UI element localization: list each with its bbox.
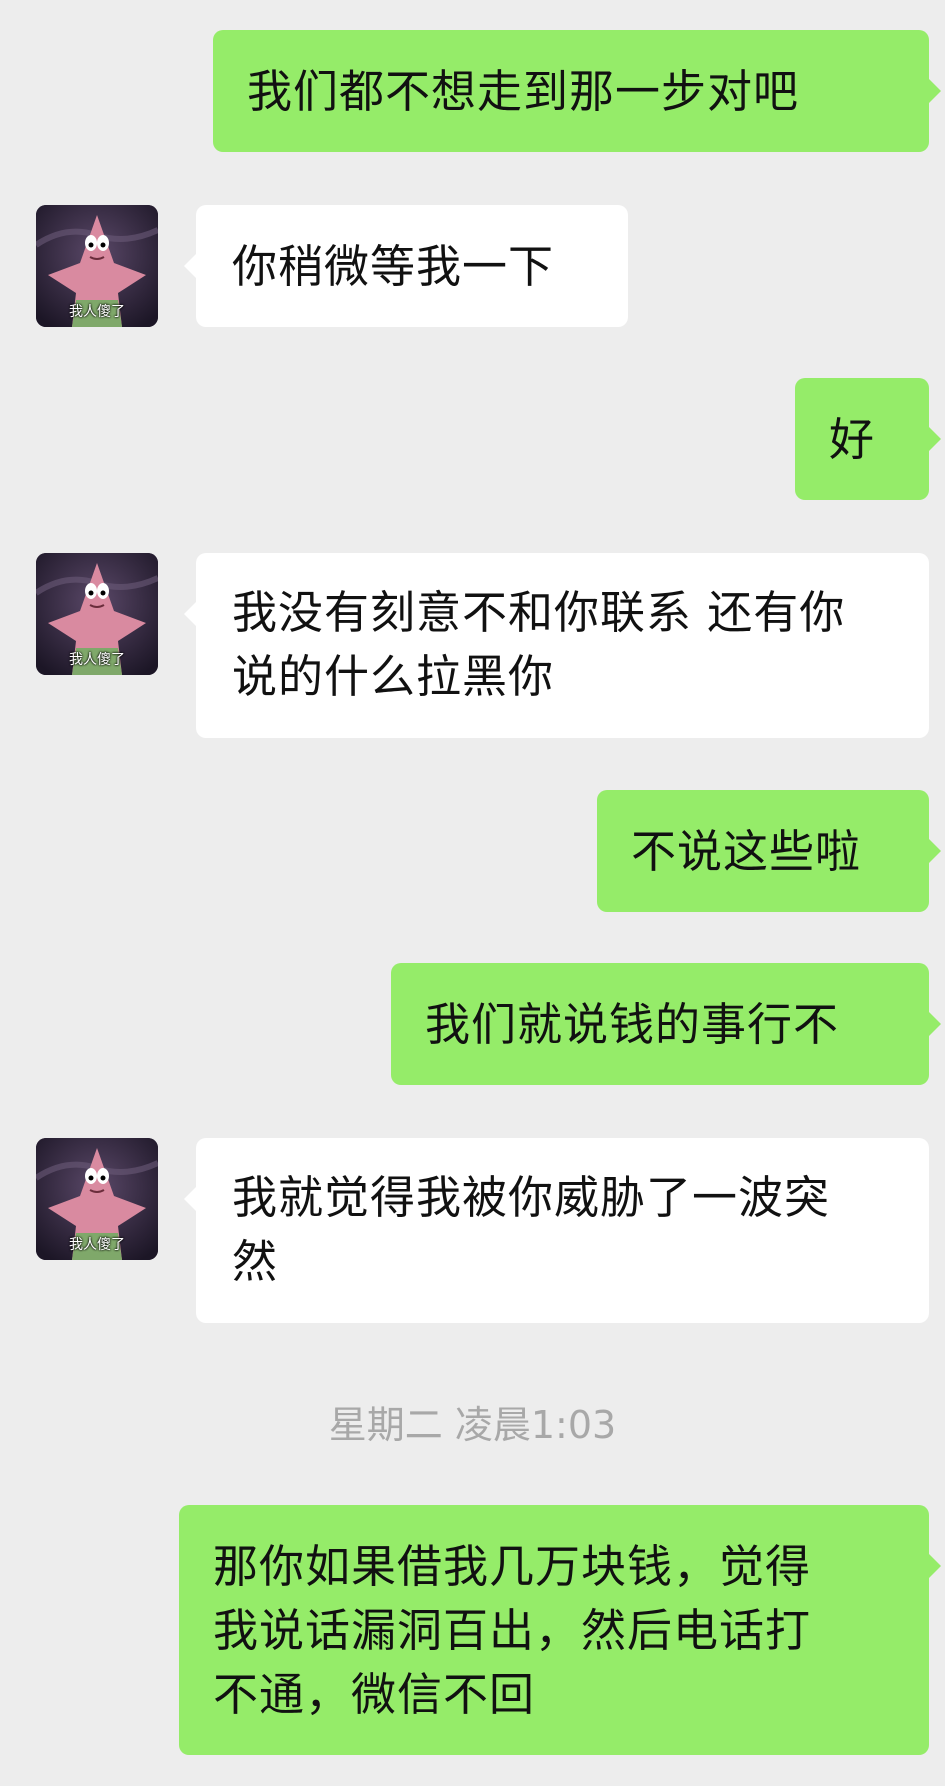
message-bubble-outgoing[interactable]: 好 [795,378,929,500]
message-text: 我们就说钱的事行不 [425,998,840,1051]
avatar-caption: 我人傻了 [69,1237,125,1253]
message-text-line: 然 [232,1235,279,1288]
chat-area: 我们都不想走到那一步对吧 我人傻了 你稍微等我一下 好 我人傻了 我没有刻意不和… [0,0,945,1786]
message-bubble-incoming[interactable]: 我没有刻意不和你联系 还有你 说的什么拉黑你 [196,553,929,738]
bubble-tail [184,601,197,627]
message-text-line: 我说话漏洞百出，然后电话打 [213,1604,812,1657]
message-text: 你稍微等我一下 [232,240,555,293]
message-text: 不说这些啦 [631,825,862,878]
message-bubble-outgoing[interactable]: 我们就说钱的事行不 [391,963,929,1085]
message-text-line: 说的什么拉黑你 [232,650,555,703]
contact-avatar[interactable]: 我人傻了 [36,553,158,675]
message-bubble-incoming[interactable]: 我就觉得我被你威胁了一波突 然 [196,1138,929,1323]
message-text-line: 我就觉得我被你威胁了一波突 [232,1171,831,1224]
contact-avatar[interactable]: 我人傻了 [36,1138,158,1260]
bubble-tail [184,1186,197,1212]
bubble-tail [184,253,197,279]
contact-avatar[interactable]: 我人傻了 [36,205,158,327]
avatar-caption: 我人傻了 [69,304,125,320]
message-bubble-outgoing[interactable]: 那你如果借我几万块钱，觉得 我说话漏洞百出，然后电话打 不通，微信不回 [179,1505,929,1755]
message-bubble-outgoing[interactable]: 不说这些啦 [597,790,929,912]
message-text-line: 不通，微信不回 [213,1668,536,1721]
message-bubble-incoming[interactable]: 你稍微等我一下 [196,205,628,327]
message-text: 好 [829,413,876,466]
bubble-tail [928,838,941,864]
bubble-tail [928,78,941,104]
chat-timestamp: 星期二 凌晨1:03 [328,1403,617,1447]
message-text: 我们都不想走到那一步对吧 [247,65,800,118]
message-text-line: 我没有刻意不和你联系 还有你 [232,586,846,639]
bubble-tail [928,1553,941,1579]
message-bubble-outgoing[interactable]: 我们都不想走到那一步对吧 [213,30,929,152]
avatar-caption: 我人傻了 [69,652,125,668]
bubble-tail [928,426,941,452]
message-text-line: 那你如果借我几万块钱，觉得 [213,1540,812,1593]
bubble-tail [928,1011,941,1037]
